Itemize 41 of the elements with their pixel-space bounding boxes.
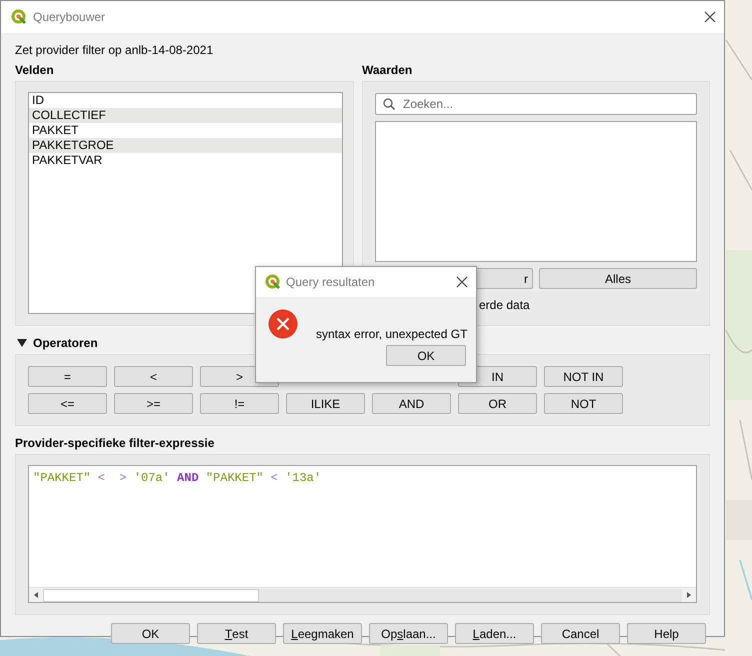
dialog-button[interactable]: Laden... <box>455 623 534 644</box>
dialog-button[interactable]: OK <box>111 623 190 644</box>
list-item[interactable]: COLLECTIEF <box>29 108 342 123</box>
dialog-button[interactable]: Cancel <box>541 623 620 644</box>
dialog-button[interactable]: Opslaan... <box>369 623 448 644</box>
values-list[interactable] <box>375 121 697 262</box>
dialog-button[interactable]: Help <box>627 623 706 644</box>
error-message: syntax error, unexpected GT <box>316 326 468 343</box>
operator-button[interactable]: != <box>200 393 279 414</box>
code-line: "PAKKET" < > '07a' AND "PAKKET" < '13a' <box>33 471 322 485</box>
error-icon <box>268 309 298 339</box>
description-text: Zet provider filter op anlb-14-08-2021 <box>15 42 214 58</box>
app-logo-icon <box>11 9 27 25</box>
operator-button[interactable]: = <box>28 366 107 387</box>
operator-button[interactable]: < <box>114 366 193 387</box>
window-title: Querybouwer <box>33 9 106 26</box>
dialog-button[interactable]: Test <box>197 623 276 644</box>
app-logo-icon <box>265 274 281 290</box>
operator-button[interactable]: >= <box>114 393 193 414</box>
horizontal-scrollbar[interactable] <box>29 587 696 602</box>
operator-button[interactable]: NOT <box>544 393 623 414</box>
close-icon[interactable] <box>456 276 468 288</box>
button[interactable]: Alles <box>539 268 697 289</box>
ok-button[interactable]: OK <box>386 345 466 366</box>
operator-button[interactable]: <= <box>28 393 107 414</box>
operator-button[interactable]: AND <box>372 393 451 414</box>
operator-button[interactable]: NOT IN <box>544 366 623 387</box>
operator-button[interactable]: ILIKE <box>286 393 365 414</box>
list-item[interactable]: PAKKETGROE <box>29 138 342 153</box>
section-heading: Velden <box>15 63 55 78</box>
expression-editor[interactable]: "PAKKET" < > '07a' AND "PAKKET" < '13a' <box>28 465 697 603</box>
scrollbar-thumb[interactable] <box>43 588 259 602</box>
search-field[interactable]: Zoeken... <box>375 93 697 115</box>
checkbox-label: erde data <box>479 296 530 314</box>
close-icon[interactable] <box>704 11 716 23</box>
dialog-button[interactable]: Leegmaken <box>283 623 362 644</box>
section-heading: Waarden <box>362 63 414 78</box>
operator-button[interactable]: OR <box>458 393 537 414</box>
section-heading: Provider-specifieke filter-expressie <box>15 435 216 451</box>
search-icon <box>383 98 395 110</box>
section-heading: Operatoren <box>33 335 98 352</box>
